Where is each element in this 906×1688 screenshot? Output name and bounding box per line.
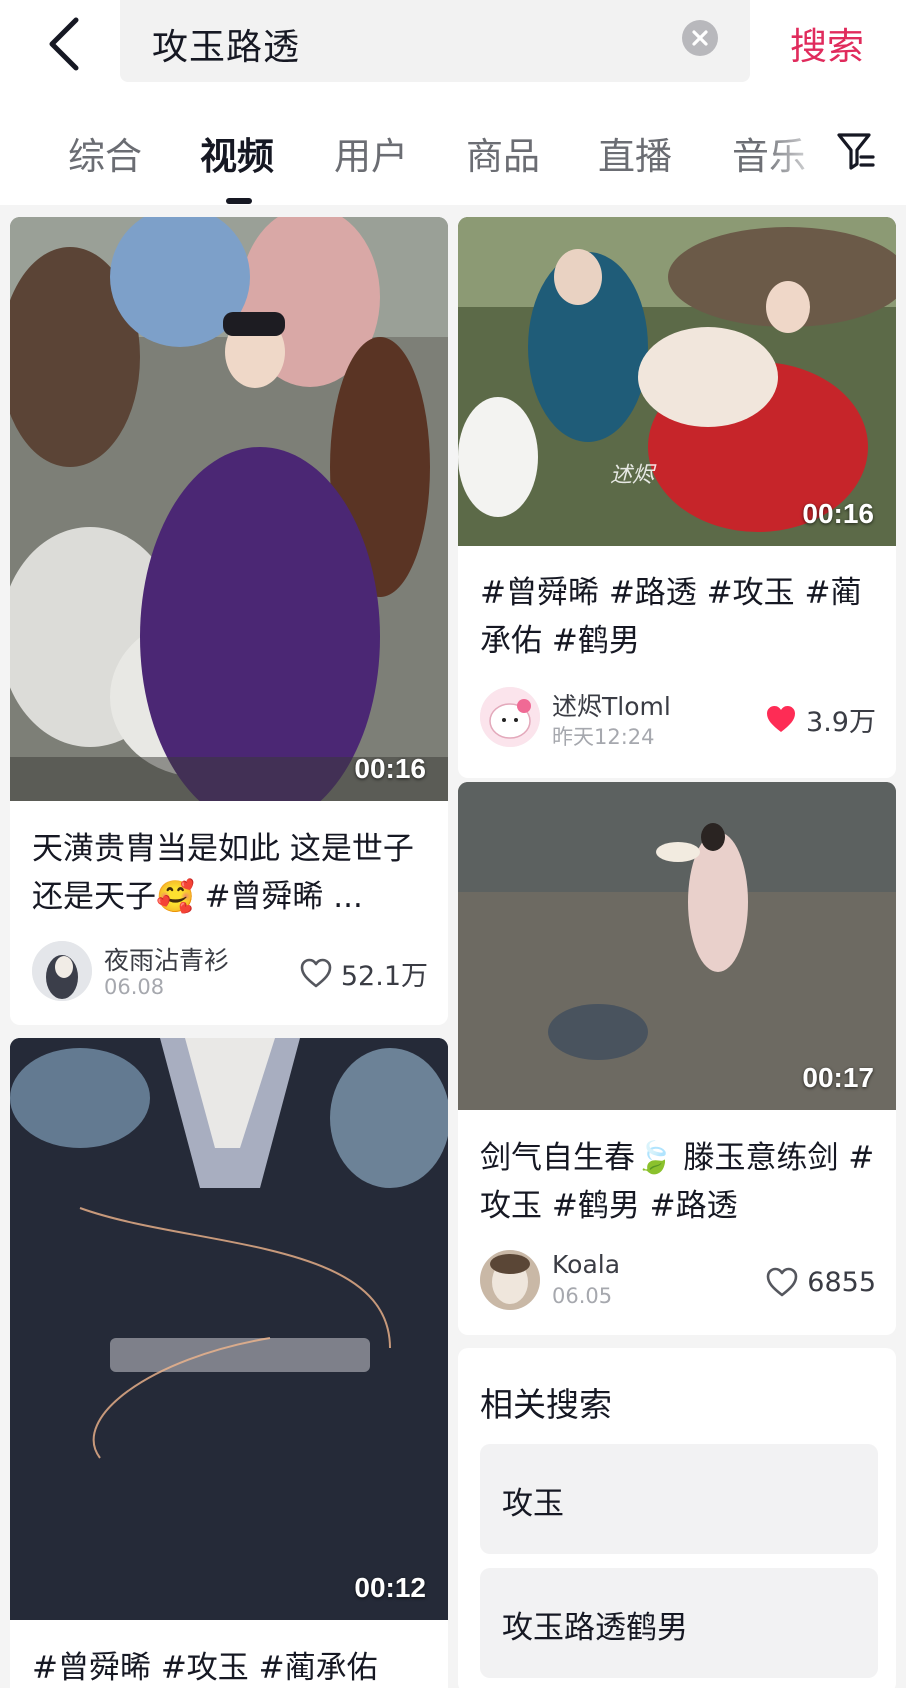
video-duration: 00:12 [354,1572,426,1603]
post-date: 昨天12:24 [552,725,655,749]
like-button[interactable]: 6855 [765,1262,876,1302]
avatar[interactable] [480,687,540,747]
tab-comprehensive[interactable]: 综合 [68,126,142,180]
related-search-label: 攻玉 [502,1486,564,1522]
video-duration: 00:16 [354,753,426,784]
tabs-fade-overlay [760,118,830,198]
author-row: 述烬Tloml 昨天12:24 3.9万 [480,687,878,751]
related-search-item[interactable]: 攻玉路透鹤男 [480,1568,878,1678]
related-searches: 相关搜索 攻玉 攻玉路透鹤男 [458,1348,896,1688]
search-input[interactable]: 攻玉路透 [120,0,750,82]
video-thumbnail[interactable]: 00:16 [10,217,448,801]
heart-outline-icon [300,958,332,988]
close-icon [692,30,708,46]
post-date: 06.05 [552,1284,613,1308]
post-date: 06.08 [104,975,165,999]
video-card[interactable]: 00:16 天潢贵胄当是如此 这是世子还是天子🥰 #曾舜晞 ... 夜雨沾青衫 … [10,217,448,1025]
tab-live[interactable]: 直播 [598,126,672,180]
active-tab-indicator [226,198,252,204]
back-button[interactable] [44,10,90,76]
video-thumbnail[interactable]: 00:17 [458,782,896,1110]
clear-search-button[interactable] [682,20,718,56]
tab-users[interactable]: 用户 [334,126,408,180]
related-search-label: 攻玉路透鹤男 [502,1610,688,1646]
video-card[interactable]: 00:12 #曾舜晞 #攻玉 #蔺承佑 [10,1038,448,1688]
video-title: #曾舜晞 #路透 #攻玉 #蔺承佑 #鹤男 [480,575,862,659]
search-header: 攻玉路透 搜索 综合 视频 用户 商品 直播 音乐 [0,0,906,205]
filter-button[interactable] [836,130,876,174]
like-button[interactable]: 52.1万 [299,953,428,993]
filter-icon [837,133,875,170]
search-button[interactable]: 搜索 [790,16,864,70]
search-query[interactable]: 攻玉路透 [152,18,300,70]
video-thumbnail[interactable]: 述烬 00:16 [458,217,896,546]
chevron-left-icon [49,17,79,71]
author-row: 夜雨沾青衫 06.08 52.1万 [32,941,430,1005]
video-title: 剑气自生春🍃 滕玉意练剑 #攻玉 #鹤男 #路透 [480,1140,875,1224]
like-count: 6855 [807,1266,876,1298]
video-duration: 00:17 [802,1062,874,1093]
avatar[interactable] [480,1250,540,1310]
search-tabs: 综合 视频 用户 商品 直播 音乐 [0,118,906,204]
video-watermark: 述烬 [610,463,655,488]
video-card[interactable]: 00:17 剑气自生春🍃 滕玉意练剑 #攻玉 #鹤男 #路透 Koala 06.… [458,782,896,1335]
video-thumbnail[interactable]: 00:12 [10,1038,448,1620]
tab-products[interactable]: 商品 [466,126,540,180]
video-card[interactable]: 述烬 00:16 #曾舜晞 #路透 #攻玉 #蔺承佑 #鹤男 述烬Tloml 昨… [458,217,896,778]
like-count: 3.9万 [806,706,876,738]
like-button[interactable]: 3.9万 [764,699,876,739]
author-name[interactable]: 夜雨沾青衫 [104,941,229,977]
related-search-item[interactable]: 攻玉 [480,1444,878,1554]
heart-outline-icon [766,1267,798,1297]
author-name[interactable]: 述烬Tloml [552,687,671,723]
tab-video[interactable]: 视频 [200,126,274,180]
video-title: 天潢贵胄当是如此 这是世子还是天子🥰 #曾舜晞 ... [32,831,414,915]
video-duration: 00:16 [802,498,874,529]
like-count: 52.1万 [340,960,428,992]
heart-filled-icon [767,706,796,732]
author-row: Koala 06.05 6855 [480,1250,878,1314]
avatar[interactable] [32,941,92,1001]
author-name[interactable]: Koala [552,1250,620,1279]
video-title: #曾舜晞 #攻玉 #蔺承佑 [32,1650,378,1686]
related-searches-title: 相关搜索 [480,1385,612,1424]
